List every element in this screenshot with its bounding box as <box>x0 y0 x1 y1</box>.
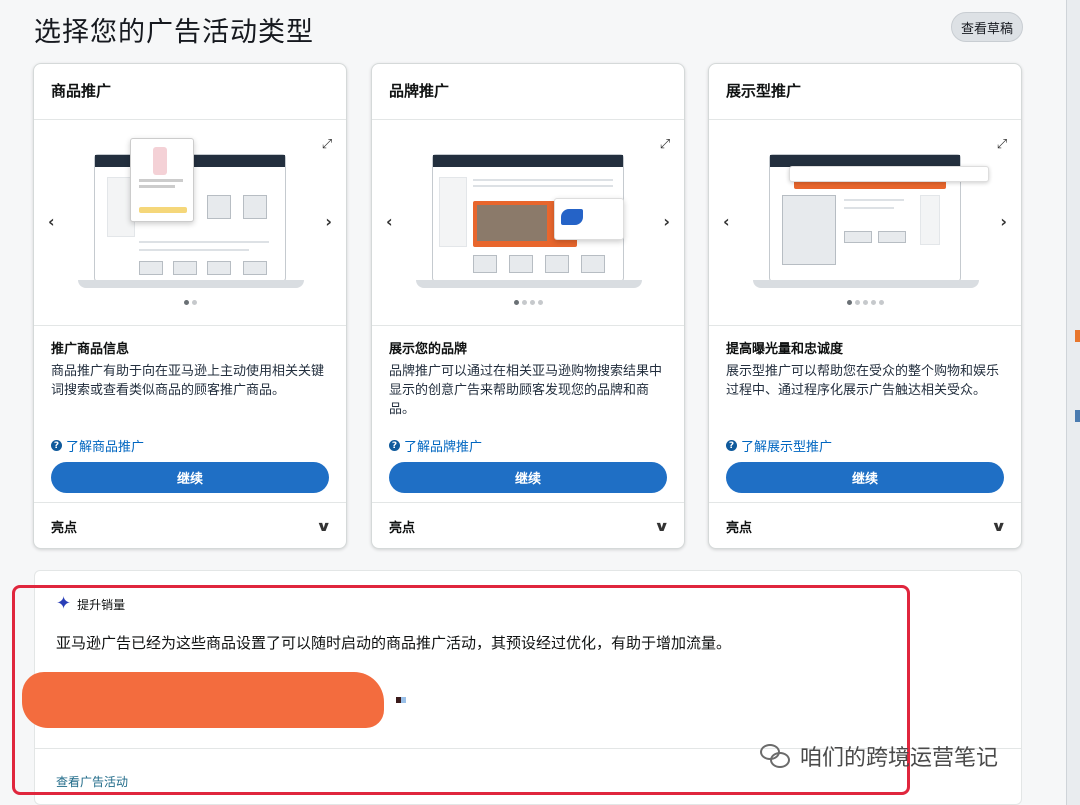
continue-button[interactable]: 继续 <box>51 462 329 493</box>
highlights-toggle[interactable]: 亮点 ∨ <box>709 502 1021 548</box>
carousel-dot[interactable] <box>862 300 868 305</box>
carousel-prev-icon[interactable]: ‹ <box>723 212 730 231</box>
chevron-down-icon: ∨ <box>315 518 332 535</box>
card-sponsored-products: 商品推广 ⤢ ‹ › 推广商品信息 商品推广有助于向在亚马逊上主动使用相关关键词… <box>33 63 347 549</box>
carousel-next-icon[interactable]: › <box>325 212 332 231</box>
help-icon: ? <box>389 440 400 451</box>
carousel-next-icon[interactable]: › <box>1000 212 1007 231</box>
card-description: 品牌推广可以通过在相关亚马逊购物搜索结果中显示的创意广告来帮助顾客发现您的品牌和… <box>389 364 663 417</box>
card-description: 展示型推广可以帮助您在受众的整个购物和娱乐过程中、通过程序化展示广告触达相关受众… <box>726 364 1000 398</box>
carousel-dot[interactable] <box>521 300 527 305</box>
carousel-dot[interactable] <box>191 300 197 305</box>
wechat-icon <box>760 744 792 768</box>
right-scroll-edge <box>1066 0 1080 805</box>
carousel-dot[interactable] <box>537 300 543 305</box>
carousel-dot[interactable] <box>870 300 876 305</box>
expand-icon[interactable]: ⤢ <box>658 138 672 152</box>
card-carousel: ⤢ ‹ › <box>372 120 684 326</box>
help-icon: ? <box>51 440 62 451</box>
carousel-dot[interactable] <box>513 300 519 305</box>
carousel-dot[interactable] <box>854 300 860 305</box>
card-description: 商品推广有助于向在亚马逊上主动使用相关关键词搜索或查看类似商品的顾客推广商品。 <box>51 364 325 398</box>
carousel-dot[interactable] <box>846 300 852 305</box>
page: 选择您的广告活动类型 查看草稿 商品推广 ⤢ ‹ › 推广商品信息 商品推广有助… <box>0 0 1080 805</box>
carousel-prev-icon[interactable]: ‹ <box>386 212 393 231</box>
card-subtitle: 提高曝光量和忠诚度 <box>726 342 844 357</box>
carousel-dot[interactable] <box>183 300 189 305</box>
carousel-dot[interactable] <box>529 300 535 305</box>
carousel-dot[interactable] <box>878 300 884 305</box>
learn-more-link[interactable]: ? 了解商品推广 <box>51 436 144 455</box>
card-title: 展示型推广 <box>709 64 1021 120</box>
card-subtitle: 推广商品信息 <box>51 342 130 357</box>
watermark: 咱们的跨境运营笔记 <box>760 740 998 772</box>
highlights-toggle[interactable]: 亮点 ∨ <box>372 502 684 548</box>
card-carousel: ⤢ ‹ › <box>34 120 346 326</box>
page-title: 选择您的广告活动类型 <box>34 17 314 48</box>
learn-more-link[interactable]: ? 了解展示型推广 <box>726 436 832 455</box>
card-sponsored-brands: 品牌推广 ⤢ ‹ › 展示您的品牌 品牌推广可以通过在相关亚马逊购物搜索结果中显… <box>371 63 685 549</box>
expand-icon[interactable]: ⤢ <box>995 138 1009 152</box>
continue-button[interactable]: 继续 <box>726 462 1004 493</box>
expand-icon[interactable]: ⤢ <box>320 138 334 152</box>
carousel-next-icon[interactable]: › <box>663 212 670 231</box>
view-drafts-button[interactable]: 查看草稿 <box>951 12 1023 42</box>
highlights-toggle[interactable]: 亮点 ∨ <box>34 502 346 548</box>
chevron-down-icon: ∨ <box>653 518 670 535</box>
card-title: 品牌推广 <box>372 64 684 120</box>
continue-button[interactable]: 继续 <box>389 462 667 493</box>
card-carousel: ⤢ ‹ › <box>709 120 1021 326</box>
card-title: 商品推广 <box>34 64 346 120</box>
carousel-prev-icon[interactable]: ‹ <box>48 212 55 231</box>
card-sponsored-display: 展示型推广 ⤢ ‹ › 提高曝光量和忠诚度 展示型推广可以帮助您在受众的整个购物… <box>708 63 1022 549</box>
learn-more-link[interactable]: ? 了解品牌推广 <box>389 436 482 455</box>
chevron-down-icon: ∨ <box>990 518 1007 535</box>
help-icon: ? <box>726 440 737 451</box>
card-subtitle: 展示您的品牌 <box>389 342 468 357</box>
